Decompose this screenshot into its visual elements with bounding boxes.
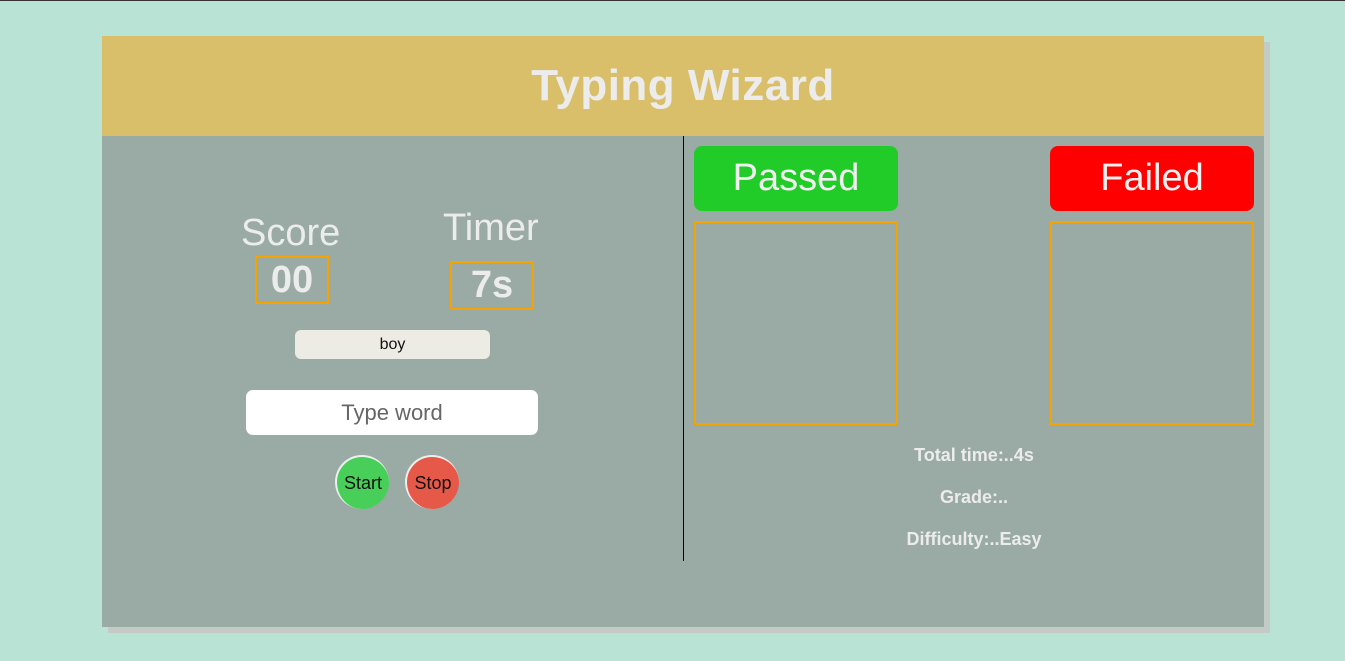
current-word: boy: [295, 330, 490, 359]
header: Typing Wizard: [102, 36, 1264, 136]
total-time: Total time:..4s: [914, 445, 1034, 465]
stop-button[interactable]: Stop: [405, 455, 459, 509]
passed-word-list: [694, 221, 898, 425]
timer-label: Timer: [443, 207, 539, 249]
score-label: Score: [241, 212, 341, 254]
timer-value: 7s: [450, 261, 534, 310]
score-value: 00: [255, 256, 329, 304]
app-container: Typing Wizard Score 00 Timer 7s boy Star…: [102, 36, 1264, 627]
grade: Grade:..: [939, 487, 1009, 507]
start-button[interactable]: Start: [335, 455, 389, 509]
failed-word-list: [1050, 221, 1254, 425]
type-word-input[interactable]: [246, 390, 538, 435]
failed-header: Failed: [1050, 146, 1254, 211]
difficulty: Difficulty:..Easy: [906, 529, 1042, 549]
app-title: Typing Wizard: [531, 61, 835, 110]
passed-header: Passed: [694, 146, 898, 211]
divider: [683, 136, 684, 561]
